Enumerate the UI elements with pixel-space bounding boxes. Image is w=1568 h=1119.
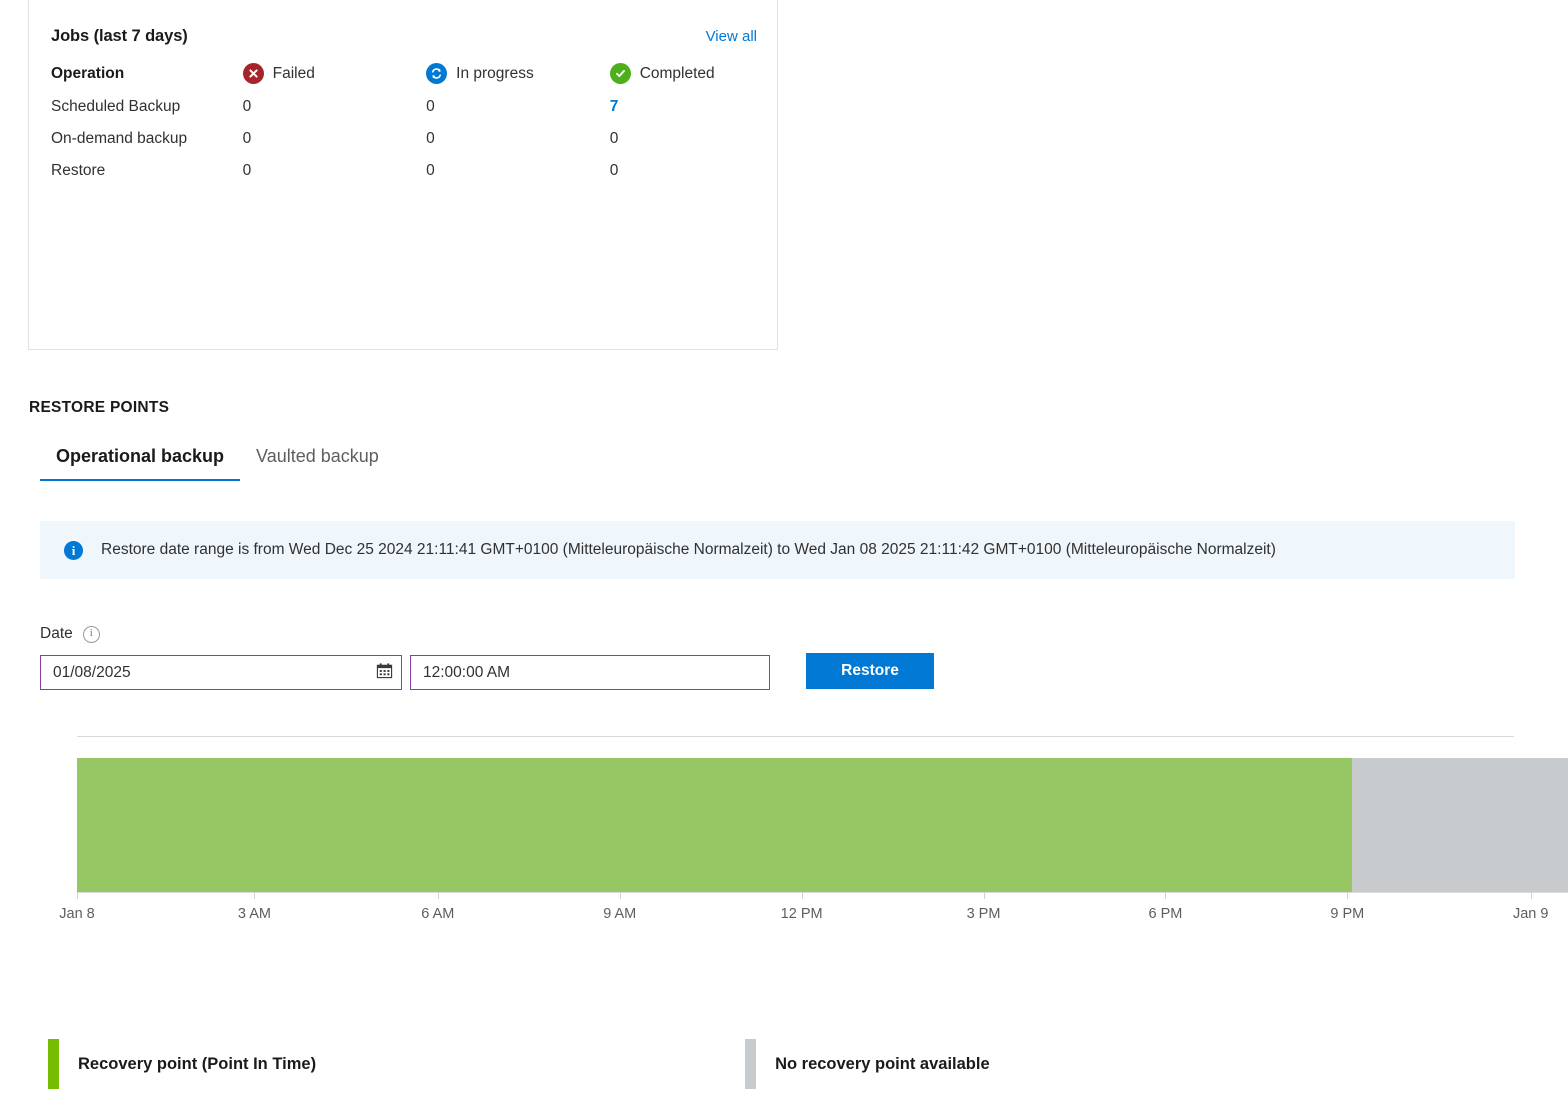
success-circle-icon (610, 63, 631, 84)
date-label: Date (40, 625, 73, 643)
timeline-segment-no-recovery[interactable] (1352, 758, 1568, 892)
chart-x-tick (438, 892, 439, 899)
table-row: Restore 0 0 0 (51, 162, 761, 194)
column-header-failed-label: Failed (273, 65, 315, 83)
restore-points-section-title: RESTORE POINTS (29, 399, 169, 417)
chart-top-divider (77, 736, 1514, 737)
cell-operation: Restore (51, 162, 243, 194)
cell-in-progress: 0 (426, 98, 610, 130)
chart-legend: Recovery point (Point In Time) No recove… (48, 1039, 990, 1089)
legend-label-no-recovery-point: No recovery point available (775, 1055, 990, 1074)
calendar-icon[interactable] (376, 662, 393, 684)
time-input[interactable] (423, 664, 757, 682)
legend-swatch-gray (745, 1039, 756, 1089)
chart-x-tick-label: Jan 9 (1513, 906, 1548, 922)
legend-swatch-green (48, 1039, 59, 1089)
date-label-row: Date i (40, 625, 100, 643)
column-header-completed: Completed (610, 63, 761, 98)
chart-x-tick (77, 892, 78, 899)
chart-plot-area[interactable] (77, 758, 1568, 892)
cell-failed: 0 (243, 130, 427, 162)
column-header-operation: Operation (51, 63, 243, 98)
restore-points-page: Jobs (last 7 days) View all Operation (0, 0, 1568, 1119)
chart-x-axis-line (77, 892, 1568, 893)
legend-item-no-recovery-point: No recovery point available (745, 1039, 990, 1089)
chart-x-tick-label: 3 AM (238, 906, 271, 922)
chart-x-tick (802, 892, 803, 899)
restore-points-tabs: Operational backup Vaulted backup (40, 446, 395, 481)
restore-date-range-text: Restore date range is from Wed Dec 25 20… (101, 541, 1276, 559)
cell-failed: 0 (243, 98, 427, 130)
legend-item-recovery-point: Recovery point (Point In Time) (48, 1039, 316, 1089)
chart-x-tick (620, 892, 621, 899)
jobs-table-header-row: Operation Failed (51, 63, 761, 98)
jobs-card-title: Jobs (last 7 days) (51, 27, 188, 46)
cell-operation: Scheduled Backup (51, 98, 243, 130)
error-circle-icon (243, 63, 264, 84)
time-field[interactable] (410, 655, 770, 690)
tab-operational-backup[interactable]: Operational backup (40, 446, 240, 481)
chart-x-tick-label: 6 AM (421, 906, 454, 922)
chart-x-tick (1531, 892, 1532, 899)
completed-count-link[interactable]: 7 (610, 98, 619, 115)
chart-x-tick (1165, 892, 1166, 899)
table-row: Scheduled Backup 0 0 7 (51, 98, 761, 130)
timeline-segment-recovery-available[interactable] (77, 758, 1352, 892)
view-all-link[interactable]: View all (706, 28, 757, 45)
chart-x-tick-label: 3 PM (967, 906, 1001, 922)
column-header-failed: Failed (243, 63, 427, 98)
recovery-point-timeline-chart: Jan 83 AM6 AM9 AM12 PM3 PM6 PM9 PMJan 9 (77, 736, 1568, 936)
cell-in-progress: 0 (426, 162, 610, 194)
info-circle-icon[interactable]: i (83, 626, 100, 643)
table-row: On-demand backup 0 0 0 (51, 130, 761, 162)
restore-date-range-banner: i Restore date range is from Wed Dec 25 … (40, 521, 1515, 579)
chart-x-tick-label: 12 PM (781, 906, 823, 922)
date-input[interactable] (53, 664, 376, 682)
chart-x-tick (254, 892, 255, 899)
tab-vaulted-backup[interactable]: Vaulted backup (240, 446, 395, 481)
chart-x-tick (1347, 892, 1348, 899)
cell-completed: 0 (610, 130, 761, 162)
jobs-card-header: Jobs (last 7 days) View all (51, 27, 757, 46)
chart-x-tick-label: Jan 8 (59, 906, 94, 922)
cell-completed: 7 (610, 98, 761, 130)
chart-x-tick-label: 9 PM (1330, 906, 1364, 922)
jobs-table-body: Scheduled Backup 0 0 7 On-demand backup … (51, 98, 761, 194)
cell-operation: On-demand backup (51, 130, 243, 162)
legend-label-recovery-point: Recovery point (Point In Time) (78, 1055, 316, 1074)
cell-in-progress: 0 (426, 130, 610, 162)
info-icon: i (64, 541, 83, 560)
cell-failed: 0 (243, 162, 427, 194)
jobs-table: Operation Failed (51, 63, 761, 194)
column-header-in-progress: In progress (426, 63, 610, 98)
chart-x-tick-label: 6 PM (1149, 906, 1183, 922)
cell-completed: 0 (610, 162, 761, 194)
date-field[interactable] (40, 655, 402, 690)
chart-x-tick-label: 9 AM (603, 906, 636, 922)
column-header-in-progress-label: In progress (456, 65, 534, 83)
chart-x-tick (984, 892, 985, 899)
column-header-completed-label: Completed (640, 65, 715, 83)
sync-circle-icon (426, 63, 447, 84)
restore-button[interactable]: Restore (806, 653, 934, 689)
jobs-card: Jobs (last 7 days) View all Operation (28, 0, 778, 350)
